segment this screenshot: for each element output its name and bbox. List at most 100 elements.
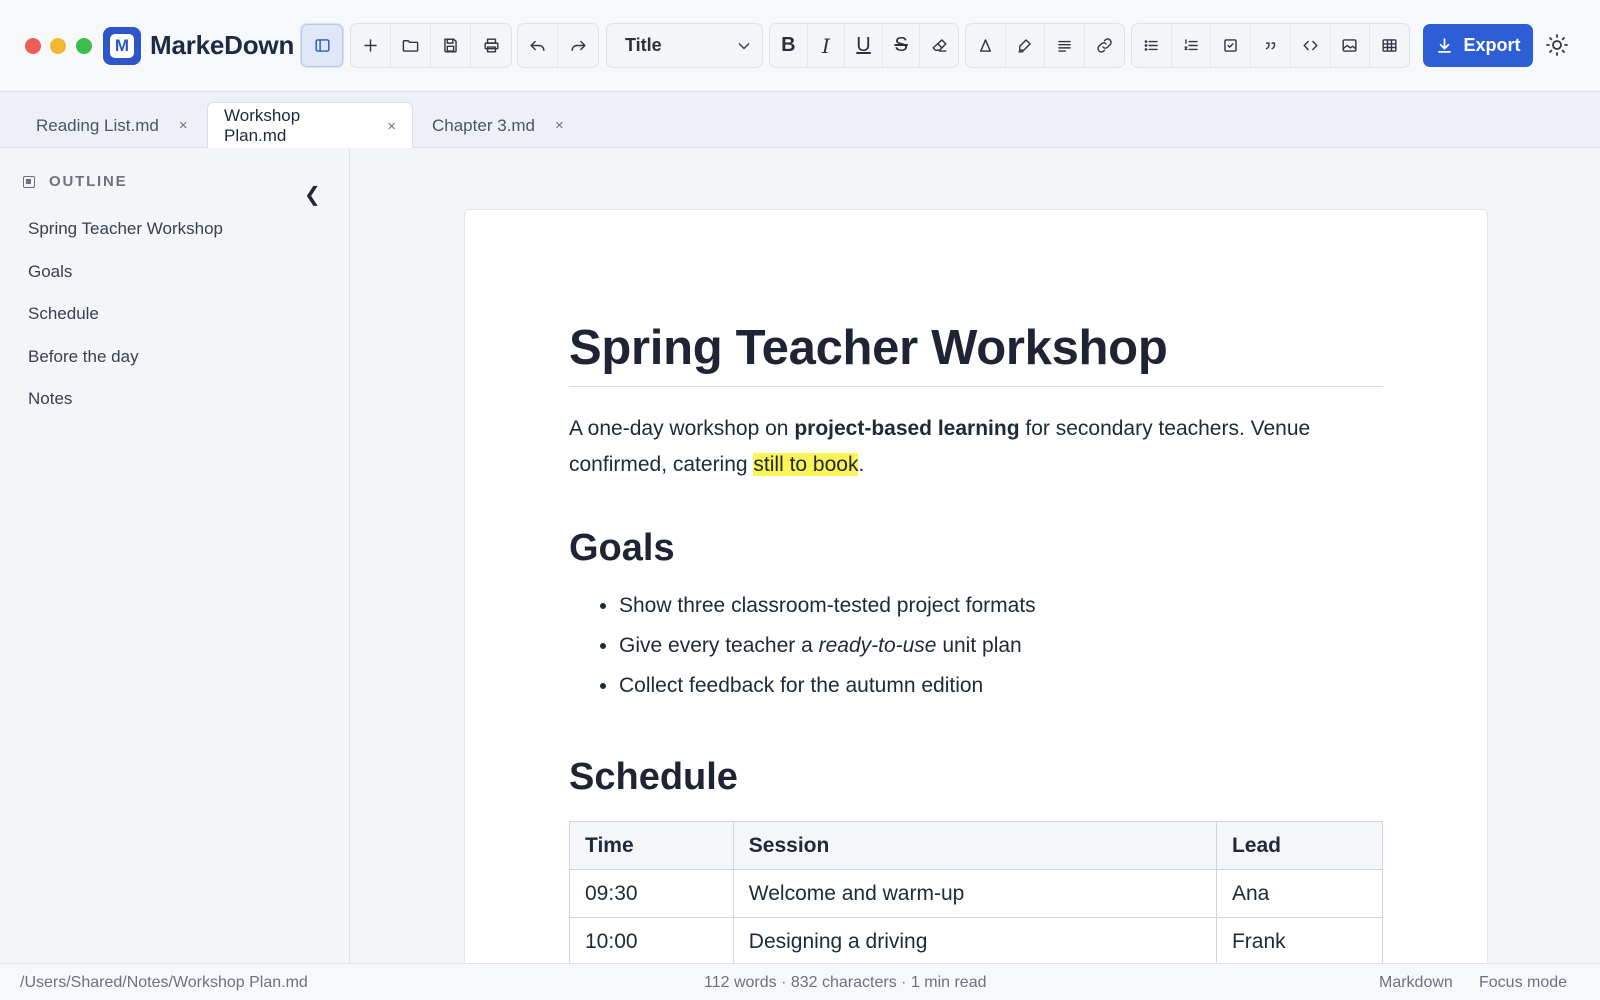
goals-heading: Goals [569,527,675,569]
numbered-list-button[interactable] [1172,24,1212,67]
document-page[interactable]: Spring Teacher Workshop A one-day worksh… [464,209,1488,963]
goals-list: Show three classroom-tested project form… [569,592,1383,712]
app-logo-letter: M [110,34,134,58]
outline-sidebar: OUTLINE ❮ Spring Teacher Workshop Goals … [0,148,350,963]
align-left-icon [1057,40,1071,52]
code-icon [1303,40,1318,51]
schedule-table: Time Session Lead 09:30 Welcome and warm… [569,821,1384,963]
bullet-list-icon [1144,40,1158,51]
text-color-button[interactable] [966,24,1006,67]
window-zoom-button[interactable] [76,38,92,54]
paragraph-style-value: Title [625,35,662,55]
align-button[interactable] [1045,24,1085,67]
list-item-emphasis: ready-to-use [818,634,937,657]
quote-icon [1265,42,1276,50]
tab-close-icon[interactable]: × [179,117,188,134]
insert-table-button[interactable] [1370,24,1409,67]
outline-list: Spring Teacher Workshop Goals Schedule B… [28,218,223,431]
editor-area: Spring Teacher Workshop A one-day worksh… [351,148,1600,963]
table-cell: 10:00 [569,917,734,963]
code-button[interactable] [1291,24,1331,67]
toolbar: M MarkeDown Title B I U S Export [0,0,1600,92]
chevron-down-icon [734,36,754,56]
schedule-heading: Schedule [569,756,738,798]
redo-button[interactable] [558,24,598,67]
table-header: Lead [1215,821,1384,870]
tab-label: Workshop Plan.md [224,106,301,145]
intro-bold: project-based learning [794,417,1020,440]
bullet-list-button[interactable] [1132,24,1172,67]
new-file-button[interactable] [351,24,391,67]
list-item-text: unit plan [936,634,1022,657]
focus-mode-button[interactable]: Focus mode [1479,974,1567,992]
undo-button[interactable] [518,24,558,67]
checklist-button[interactable] [1211,24,1252,67]
file-path: /Users/Shared/Notes/Workshop Plan.md [20,974,308,991]
folder-icon [402,40,419,52]
list-item: Collect feedback for the autumn edition [619,672,1383,712]
save-icon [444,38,457,53]
tab-label: Reading List.md [36,115,159,135]
text-format-group: B I U S [769,23,959,68]
bold-button[interactable]: B [770,24,808,67]
insert-link-button[interactable] [1085,24,1124,67]
list-item: Show three classroom-tested project form… [619,592,1383,632]
link-icon [1097,38,1112,53]
sidebar-toggle-group [300,23,344,68]
intro-paragraph: A one-day workshop on project-based lear… [569,411,1383,483]
paragraph-style-select[interactable]: Title [606,23,763,68]
redo-icon [570,40,586,51]
intro-highlight: still to book [753,453,859,476]
window-minimize-button[interactable] [50,38,66,54]
insert-image-button[interactable] [1331,24,1371,67]
download-icon [1438,38,1452,53]
plus-icon [364,39,377,52]
italic-button[interactable]: I [808,24,846,67]
export-label: Export [1463,35,1521,55]
toggle-sidebar-button[interactable] [301,24,343,67]
sun-icon [1546,34,1568,56]
collapse-sidebar-button[interactable]: ❮ [304,182,321,207]
printer-icon [483,38,499,53]
outline-header: OUTLINE [23,173,127,190]
block-tools-group [1131,23,1410,68]
table-row: 10:00 Designing a driving Frank [569,917,1384,963]
blockquote-button[interactable] [1251,24,1291,67]
undo-icon [530,40,545,51]
document-stats: 112 words · 832 characters · 1 min read [704,974,987,991]
app-name: MarkeDown [150,30,295,60]
markdown-mode-button[interactable]: Markdown [1379,974,1453,992]
print-button[interactable] [471,24,511,67]
save-button[interactable] [431,24,471,67]
tab-chapter-3[interactable]: Chapter 3.md × [432,102,564,149]
table-cell: Welcome and warm-up [732,869,1217,918]
theme-toggle-button[interactable] [1545,33,1569,57]
underline-button[interactable]: U [845,24,883,67]
list-item-text: Give every teacher a [619,634,819,657]
list-item-text: Show three classroom-tested project form… [619,594,1036,617]
outline-item-title[interactable]: Spring Teacher Workshop [28,218,223,261]
tab-close-icon[interactable]: × [555,117,564,134]
tab-close-icon[interactable]: × [387,118,396,135]
outline-title: OUTLINE [49,173,128,190]
window-close-button[interactable] [25,38,41,54]
outline-item-schedule[interactable]: Schedule [28,303,223,346]
export-button[interactable]: Export [1423,24,1533,67]
outline-item-notes[interactable]: Notes [28,388,223,431]
document-title: Spring Teacher Workshop [569,320,1383,387]
document-content[interactable]: Spring Teacher Workshop A one-day worksh… [569,320,1384,963]
table-header: Session [732,821,1217,870]
style-tools-group [965,23,1125,68]
open-folder-button[interactable] [391,24,431,67]
outline-item-before-the-day[interactable]: Before the day [28,346,223,389]
table-cell: Ana [1215,869,1384,918]
tab-workshop-plan[interactable]: Workshop Plan.md × [207,102,413,149]
app-logo: M [103,27,141,65]
strikethrough-button[interactable]: S [883,24,921,67]
file-actions-group [350,23,512,68]
tab-reading-list[interactable]: Reading List.md × [36,102,188,149]
outline-item-goals[interactable]: Goals [28,261,223,304]
table-row: 09:30 Welcome and warm-up Ana [569,869,1384,918]
clear-format-button[interactable] [920,24,958,67]
highlight-button[interactable] [1006,24,1045,67]
